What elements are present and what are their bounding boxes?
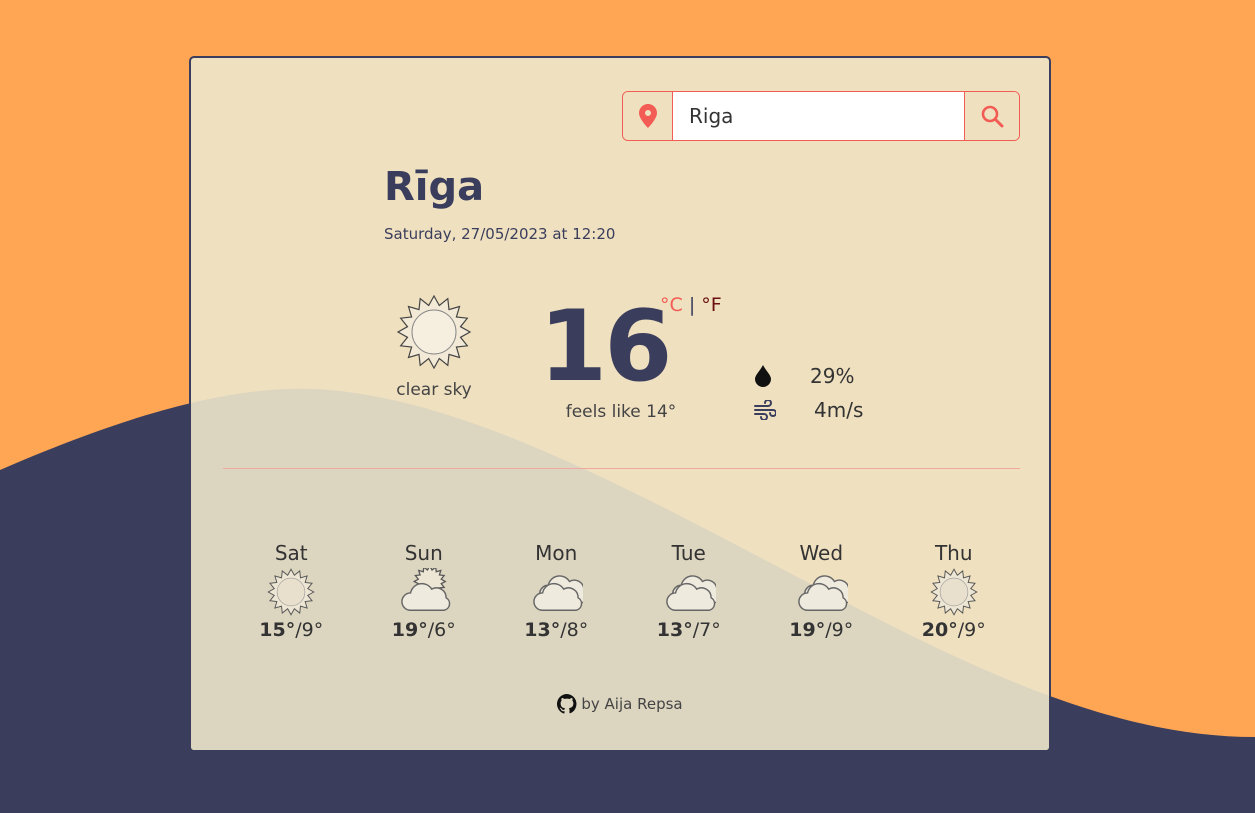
current-temperature: 16	[539, 290, 672, 404]
forecast-high: 13°	[524, 619, 561, 641]
author-link[interactable]: by Aija Repsa	[581, 695, 682, 713]
sun-cloud-icon	[400, 568, 450, 611]
forecast-high: 15°	[259, 619, 296, 641]
divider	[223, 468, 1020, 469]
forecast-low: 9°	[301, 619, 324, 641]
forecast-temps: 19°/9°	[789, 619, 854, 641]
weather-card: Rīga Saturday, 27/05/2023 at 12:20 clear…	[189, 56, 1051, 752]
github-icon[interactable]	[557, 694, 577, 714]
forecast-high: 20°	[921, 619, 958, 641]
forecast-high: 13°	[656, 619, 693, 641]
cloud-icon	[798, 575, 849, 611]
forecast-day-name: Tue	[671, 541, 706, 565]
forecast-temps: 20°/9°	[921, 619, 986, 641]
forecast-temps: 19°/6°	[391, 619, 456, 641]
wind: 4m/s	[754, 398, 863, 422]
droplet-icon	[755, 365, 771, 387]
map-pin-icon[interactable]	[623, 92, 673, 140]
unit-separator: |	[688, 294, 696, 316]
wind-value: 4m/s	[814, 398, 864, 422]
forecast-low: 9°	[964, 619, 986, 641]
forecast-low: 9°	[831, 619, 854, 641]
current-date: Saturday, 27/05/2023 at 12:20	[384, 225, 616, 243]
feels-like: feels like 14°	[565, 402, 677, 422]
forecast-high: 19°	[789, 619, 826, 641]
forecast-day: Sun 19°/6°	[358, 541, 491, 641]
celsius-link[interactable]: °C	[660, 294, 683, 316]
forecast-day: Sat 15°/9°	[225, 541, 358, 641]
humidity: 29%	[754, 364, 854, 388]
search-icon	[981, 105, 1004, 128]
forecast-day-name: Sat	[274, 541, 308, 565]
forecast-low: 6°	[434, 619, 456, 641]
fahrenheit-link[interactable]: °F	[701, 294, 721, 316]
search-button[interactable]	[964, 92, 1019, 140]
forecast-day-name: Wed	[799, 541, 844, 565]
forecast-day: Tue 13°/7°	[623, 541, 756, 641]
forecast-high: 19°	[391, 619, 428, 641]
wind-icon	[754, 400, 776, 420]
unit-toggle: °C | °F	[660, 294, 722, 316]
forecast-list: Sat 15°/9° Sun 19°/6° Mon 13°/8° Tue 13°/7° Wed 1…	[225, 541, 1020, 641]
forecast-day-name: Thu	[934, 541, 973, 565]
forecast-low: 8°	[566, 619, 589, 641]
forecast-low: 7°	[699, 619, 721, 641]
footer: by Aija Repsa	[191, 694, 1049, 714]
forecast-temps: 15°/9°	[259, 619, 324, 641]
search-form	[622, 91, 1020, 141]
cloud-icon	[533, 575, 584, 611]
forecast-temps: 13°/8°	[524, 619, 589, 641]
forecast-day-name: Mon	[535, 541, 578, 565]
cloud-icon	[665, 575, 716, 611]
sun-icon	[267, 568, 315, 616]
sun-icon	[930, 568, 978, 616]
forecast-temps: 13°/7°	[656, 619, 721, 641]
city-search-input[interactable]	[673, 92, 964, 140]
sun-icon	[396, 294, 472, 370]
weather-description: clear sky	[396, 380, 472, 400]
city-name: Rīga	[384, 164, 485, 210]
forecast-day: Thu 20°/9°	[888, 541, 1021, 641]
forecast-day: Mon 13°/8°	[490, 541, 623, 641]
humidity-value: 29%	[810, 364, 855, 388]
forecast-day: Wed 19°/9°	[755, 541, 888, 641]
forecast-day-name: Sun	[404, 541, 443, 565]
